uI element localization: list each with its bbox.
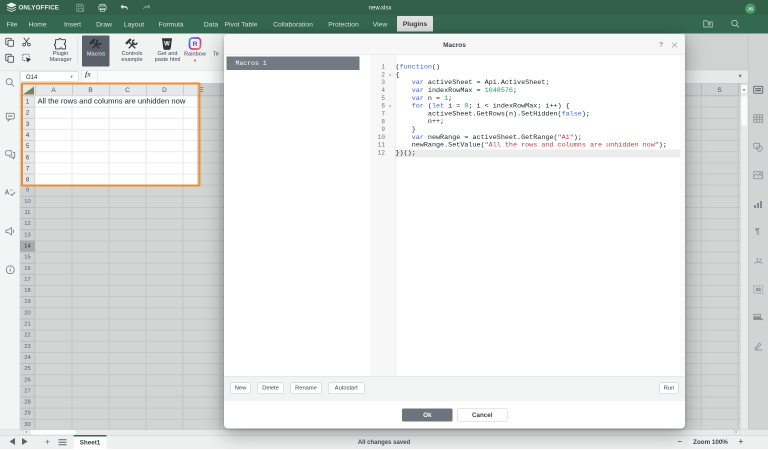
- svg-text:R: R: [193, 41, 198, 48]
- svg-text:T: T: [756, 258, 760, 264]
- svg-text:W: W: [164, 41, 170, 47]
